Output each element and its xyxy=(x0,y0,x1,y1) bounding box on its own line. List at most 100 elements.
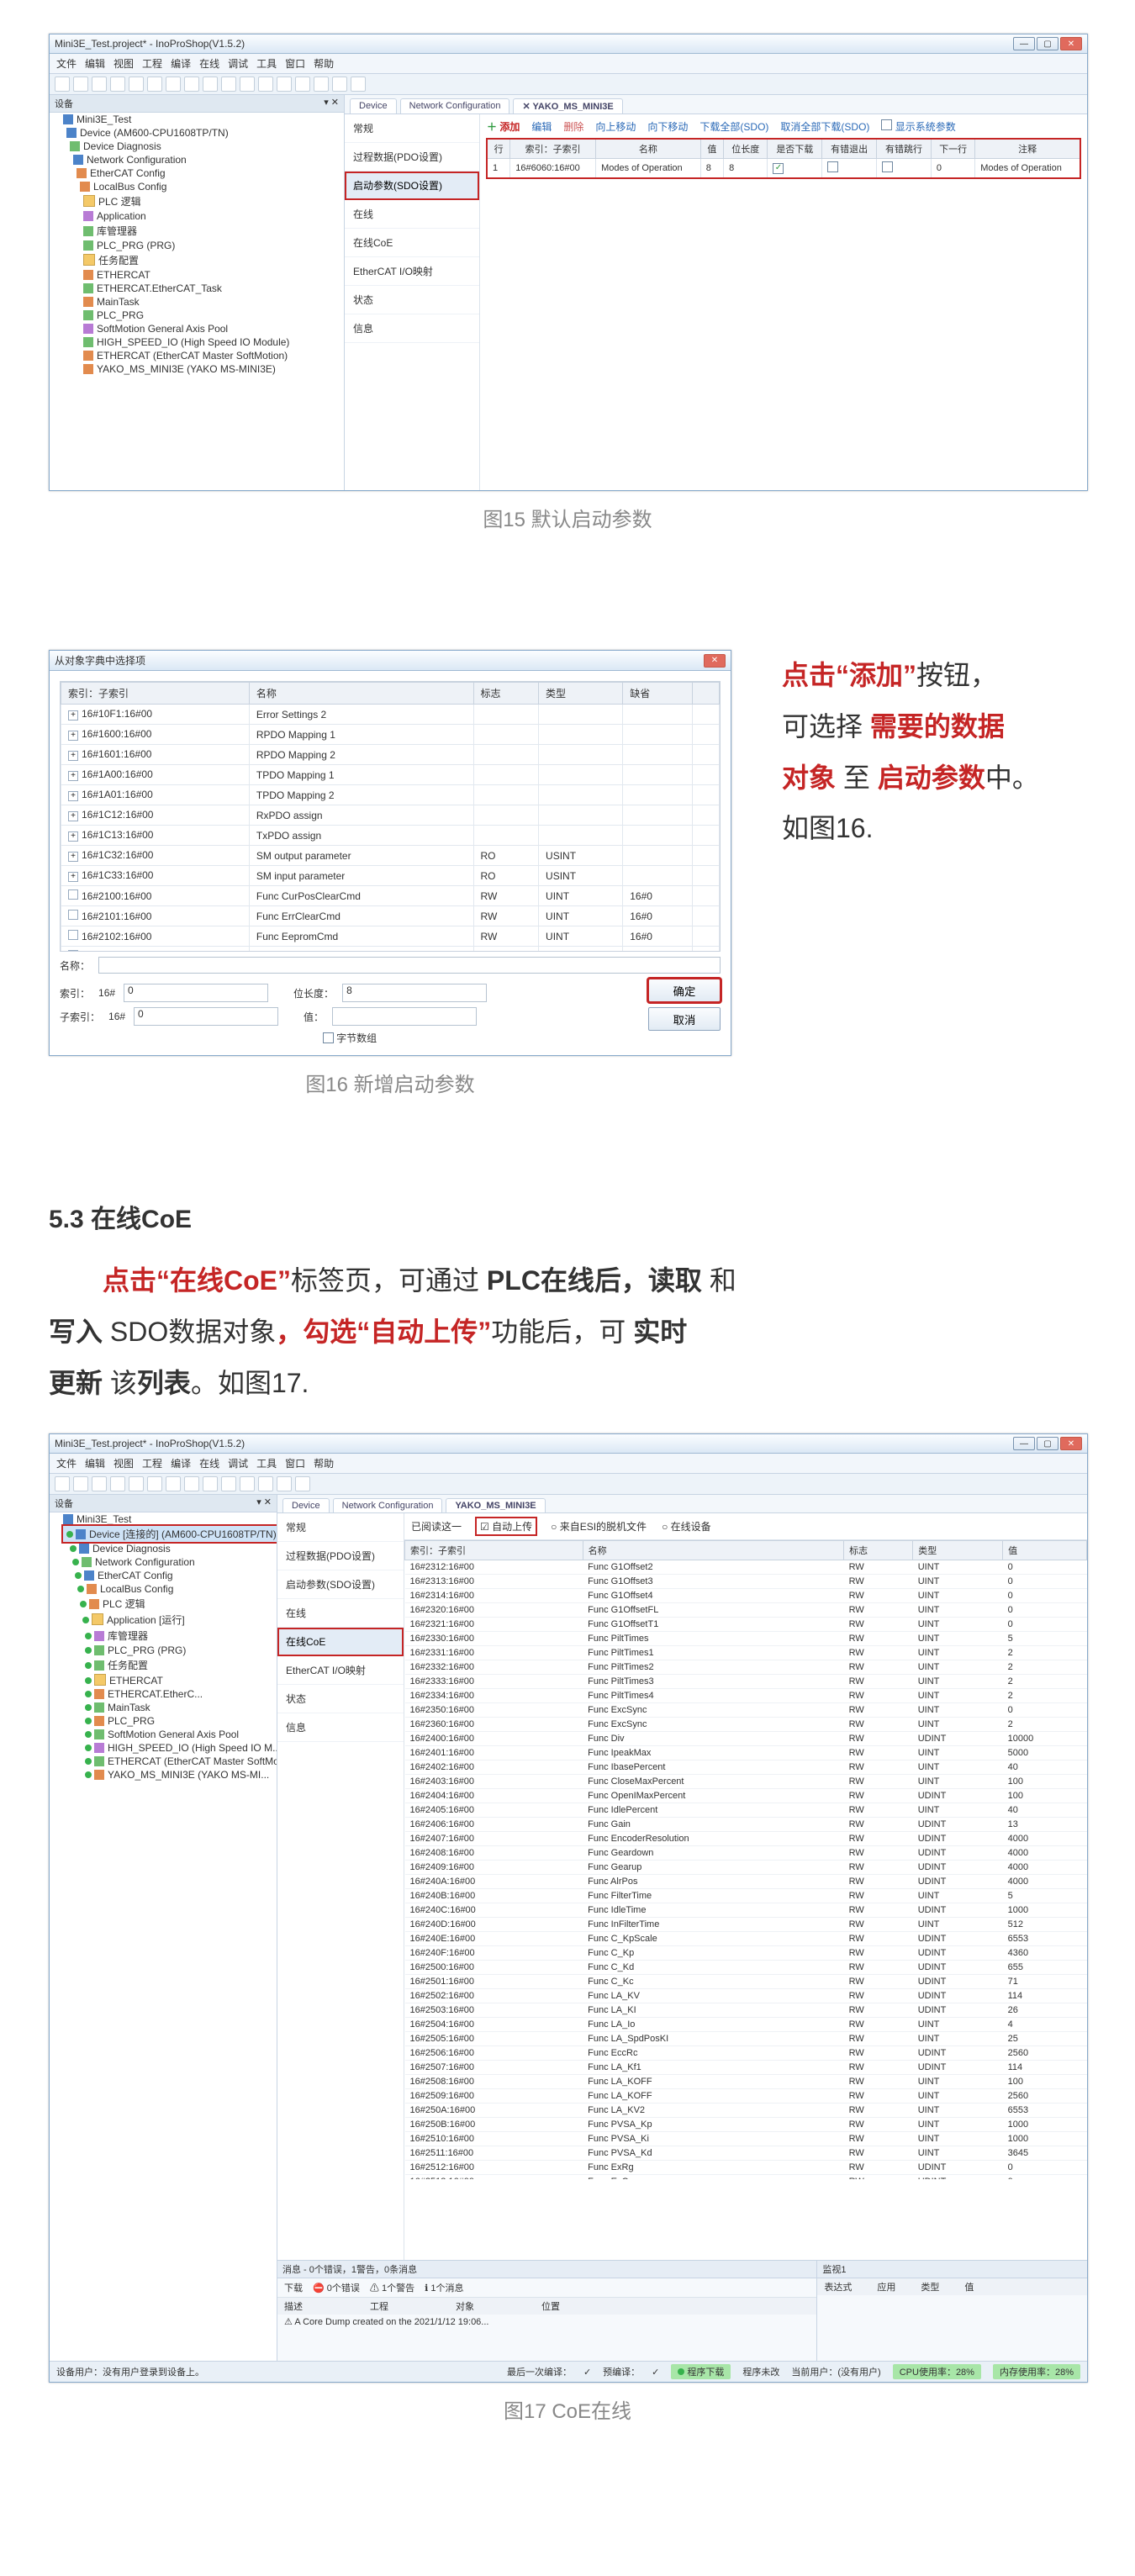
side-tab[interactable]: 启动参数(SDO设置) xyxy=(345,172,479,200)
messages-pane[interactable]: 消息 - 0个错误，1警告，0条消息 下载 ⛔ 0个错误 ⚠ 1个警告 ℹ 1个… xyxy=(277,2260,817,2361)
side-tab[interactable]: 信息 xyxy=(345,314,479,343)
coe-row[interactable]: 16#2403:16#00Func CloseMaxPercentRWUINT1… xyxy=(405,1775,1087,1789)
menu-item[interactable]: 工具 xyxy=(256,56,277,71)
tree-item[interactable]: ETHERCAT.EtherCAT_Task xyxy=(63,282,344,295)
move-up[interactable]: 向上移动 xyxy=(595,119,636,134)
coe-row[interactable]: 16#2321:16#00Func G1OffsetT1RWUINT0 xyxy=(405,1618,1087,1632)
tree-item[interactable]: EtherCAT Config xyxy=(63,1569,277,1582)
tree-item[interactable]: Device Diagnosis xyxy=(63,140,344,153)
tab[interactable]: Device xyxy=(350,98,397,113)
coe-row[interactable]: 16#2405:16#00Func IdlePercentRWUINT40 xyxy=(405,1803,1087,1818)
coe-row[interactable]: 16#2332:16#00Func PiltTimes2RWUINT2 xyxy=(405,1660,1087,1675)
tree-item[interactable]: PLC 逻辑 xyxy=(63,1596,277,1612)
od-row[interactable]: +16#1C13:16#00TxPDO assign xyxy=(61,826,720,846)
tree-item[interactable]: 任务配置 xyxy=(63,1657,277,1673)
coe-row[interactable]: 16#2350:16#00Func ExcSyncRWUINT0 xyxy=(405,1703,1087,1718)
coe-row[interactable]: 16#2407:16#00Func EncoderResolutionRWUDI… xyxy=(405,1832,1087,1846)
menu-item[interactable]: 帮助 xyxy=(314,56,334,71)
tree-item[interactable]: Application [运行] xyxy=(63,1612,277,1628)
coe-row[interactable]: 16#2320:16#00Func G1OffsetFLRWUINT0 xyxy=(405,1603,1087,1618)
tree-item[interactable]: 库管理器 xyxy=(63,1628,277,1644)
od-row[interactable]: +16#1C32:16#00SM output parameterROUSINT xyxy=(61,846,720,866)
ok-button[interactable]: 确定 xyxy=(648,979,721,1002)
tab[interactable]: ✕ YAKO_MS_MINI3E xyxy=(513,98,622,113)
coe-row[interactable]: 16#2513:16#00Func ExCnRWUDINT0 xyxy=(405,2175,1087,2180)
show-sys-params[interactable]: 显示系统参数 xyxy=(895,121,956,133)
od-row[interactable]: +16#1601:16#00RPDO Mapping 2 xyxy=(61,745,720,765)
tree-item[interactable]: HIGH_SPEED_IO (High Speed IO Module) xyxy=(63,335,344,349)
od-row[interactable]: 16#2101:16#00Func ErrClearCmdRWUINT16#0 xyxy=(61,906,720,926)
side-tab[interactable]: 在线 xyxy=(345,200,479,229)
device-tree[interactable]: 设备▾ ✕ Mini3E_TestDevice (AM600-CPU1608TP… xyxy=(50,95,345,490)
tree-item[interactable]: SoftMotion General Axis Pool xyxy=(63,322,344,335)
coe-row[interactable]: 16#2406:16#00Func GainRWUDINT13 xyxy=(405,1818,1087,1832)
close-button[interactable]: ✕ xyxy=(1060,37,1082,50)
tree-item[interactable]: LocalBus Config xyxy=(63,180,344,193)
tree-item[interactable]: Network Configuration xyxy=(63,1555,277,1569)
tree-item[interactable]: Device (AM600-CPU1608TP/TN) xyxy=(63,126,344,140)
delete-button[interactable]: 删除 xyxy=(563,119,583,134)
coe-row[interactable]: 16#2408:16#00Func GeardownRWUDINT4000 xyxy=(405,1846,1087,1861)
tool-bar[interactable] xyxy=(50,1474,1087,1495)
coe-row[interactable]: 16#2512:16#00Func ExRgRWUDINT0 xyxy=(405,2161,1087,2175)
coe-row[interactable]: 16#2511:16#00Func PVSA_KdRWUINT3645 xyxy=(405,2146,1087,2161)
menu-bar[interactable]: 文件编辑视图工程编译在线调试工具窗口帮助 xyxy=(50,54,1087,74)
device-tree[interactable]: 设备▾ ✕ Mini3E_TestDevice [连接的] (AM600-CPU… xyxy=(50,1495,277,2361)
maximize-button[interactable]: ▢ xyxy=(1037,37,1058,50)
od-row[interactable]: 16#2102:16#00Func EepromCmdRWUINT16#0 xyxy=(61,926,720,947)
tree-item[interactable]: PLC_PRG (PRG) xyxy=(63,239,344,252)
cancel-button[interactable]: 取消 xyxy=(648,1007,721,1031)
minimize-button[interactable]: — xyxy=(1013,37,1035,50)
read-this[interactable]: 已阅读这一 xyxy=(411,1519,462,1533)
od-row[interactable]: +16#1600:16#00RPDO Mapping 1 xyxy=(61,725,720,745)
side-tab[interactable]: EtherCAT I/O映射 xyxy=(277,1656,404,1685)
tree-item[interactable]: ETHERCAT xyxy=(63,1673,277,1687)
coe-toolbar[interactable]: 已阅读这一 ☑ 自动上传 ○ 来自ESI的脱机文件 ○ 在线设备 xyxy=(404,1513,1087,1540)
tree-item[interactable]: PLC_PRG (PRG) xyxy=(63,1644,277,1657)
value-spinner[interactable] xyxy=(332,1007,477,1026)
coe-row[interactable]: 16#240C:16#00Func IdleTimeRWUDINT1000 xyxy=(405,1903,1087,1918)
coe-row[interactable]: 16#2312:16#00Func G1Offset2RWUINT0 xyxy=(405,1560,1087,1575)
tool-bar[interactable] xyxy=(50,74,1087,95)
menu-item[interactable]: 文件 xyxy=(56,56,77,71)
tree-item[interactable]: SoftMotion General Axis Pool xyxy=(63,1728,277,1741)
od-row[interactable]: +16#1C12:16#00RxPDO assign xyxy=(61,805,720,826)
tree-item[interactable]: ETHERCAT (EtherCAT Master SoftMotion) xyxy=(63,349,344,362)
auto-upload-check[interactable]: ☑ 自动上传 xyxy=(477,1518,536,1534)
minimize-button[interactable]: — xyxy=(1013,1437,1035,1450)
coe-row[interactable]: 16#2509:16#00Func LA_KOFFRWUINT2560 xyxy=(405,2089,1087,2104)
tree-item[interactable]: EtherCAT Config xyxy=(63,166,344,180)
coe-row[interactable]: 16#2505:16#00Func LA_SpdPosKIRWUINT25 xyxy=(405,2032,1087,2046)
side-tab[interactable]: 状态 xyxy=(277,1685,404,1713)
tab[interactable]: Network Configuration xyxy=(400,98,510,113)
coe-row[interactable]: 16#2404:16#00Func OpenIMaxPercentRWUDINT… xyxy=(405,1789,1087,1803)
side-tab[interactable]: 信息 xyxy=(277,1713,404,1742)
maximize-button[interactable]: ▢ xyxy=(1037,1437,1058,1450)
coe-row[interactable]: 16#240E:16#00Func C_KpScaleRWUDINT6553 xyxy=(405,1932,1087,1946)
watch-pane[interactable]: 监视1 表达式应用类型值 xyxy=(817,2260,1087,2361)
tree-item[interactable]: PLC 逻辑 xyxy=(63,193,344,209)
coe-row[interactable]: 16#2313:16#00Func G1Offset3RWUINT0 xyxy=(405,1575,1087,1589)
tree-item[interactable]: YAKO_MS_MINI3E (YAKO MS-MINI3E) xyxy=(63,362,344,376)
side-tab[interactable]: 常规 xyxy=(277,1513,404,1542)
coe-row[interactable]: 16#2504:16#00Func LA_IoRWUINT4 xyxy=(405,2018,1087,2032)
side-tab[interactable]: 启动参数(SDO设置) xyxy=(277,1570,404,1599)
subindex-spinner[interactable]: 0 xyxy=(134,1007,278,1026)
coe-row[interactable]: 16#240F:16#00Func C_KpRWUDINT4360 xyxy=(405,1946,1087,1961)
side-tabs[interactable]: 常规过程数据(PDO设置)启动参数(SDO设置)在线在线CoEEtherCAT … xyxy=(277,1513,404,2260)
od-row[interactable]: +16#1A01:16#00TPDO Mapping 2 xyxy=(61,785,720,805)
tree-item[interactable]: Device Diagnosis xyxy=(63,1542,277,1555)
side-tabs[interactable]: 常规过程数据(PDO设置)启动参数(SDO设置)在线在线CoEEtherCAT … xyxy=(345,114,480,490)
coe-row[interactable]: 16#2360:16#00Func ExcSyncRWUINT2 xyxy=(405,1718,1087,1732)
tree-item[interactable]: PLC_PRG xyxy=(63,1714,277,1728)
coe-row[interactable]: 16#240A:16#00Func AlrPosRWUDINT4000 xyxy=(405,1875,1087,1889)
offline-radio[interactable]: ○ 来自ESI的脱机文件 xyxy=(551,1519,647,1533)
od-row[interactable]: 16#2200:16#00Func InPosModeRWUINT16#0 xyxy=(61,947,720,953)
tree-item[interactable]: ETHERCAT xyxy=(63,268,344,282)
coe-row[interactable]: 16#2400:16#00Func DivRWUDINT10000 xyxy=(405,1732,1087,1746)
bytearray-check[interactable]: 字节数组 xyxy=(323,1031,377,1045)
coe-row[interactable]: 16#2510:16#00Func PVSA_KiRWUINT1000 xyxy=(405,2132,1087,2146)
coe-row[interactable]: 16#250A:16#00Func LA_KV2RWUINT6553 xyxy=(405,2104,1087,2118)
online-radio[interactable]: ○ 在线设备 xyxy=(662,1519,711,1533)
menu-item[interactable]: 编辑 xyxy=(85,56,105,71)
